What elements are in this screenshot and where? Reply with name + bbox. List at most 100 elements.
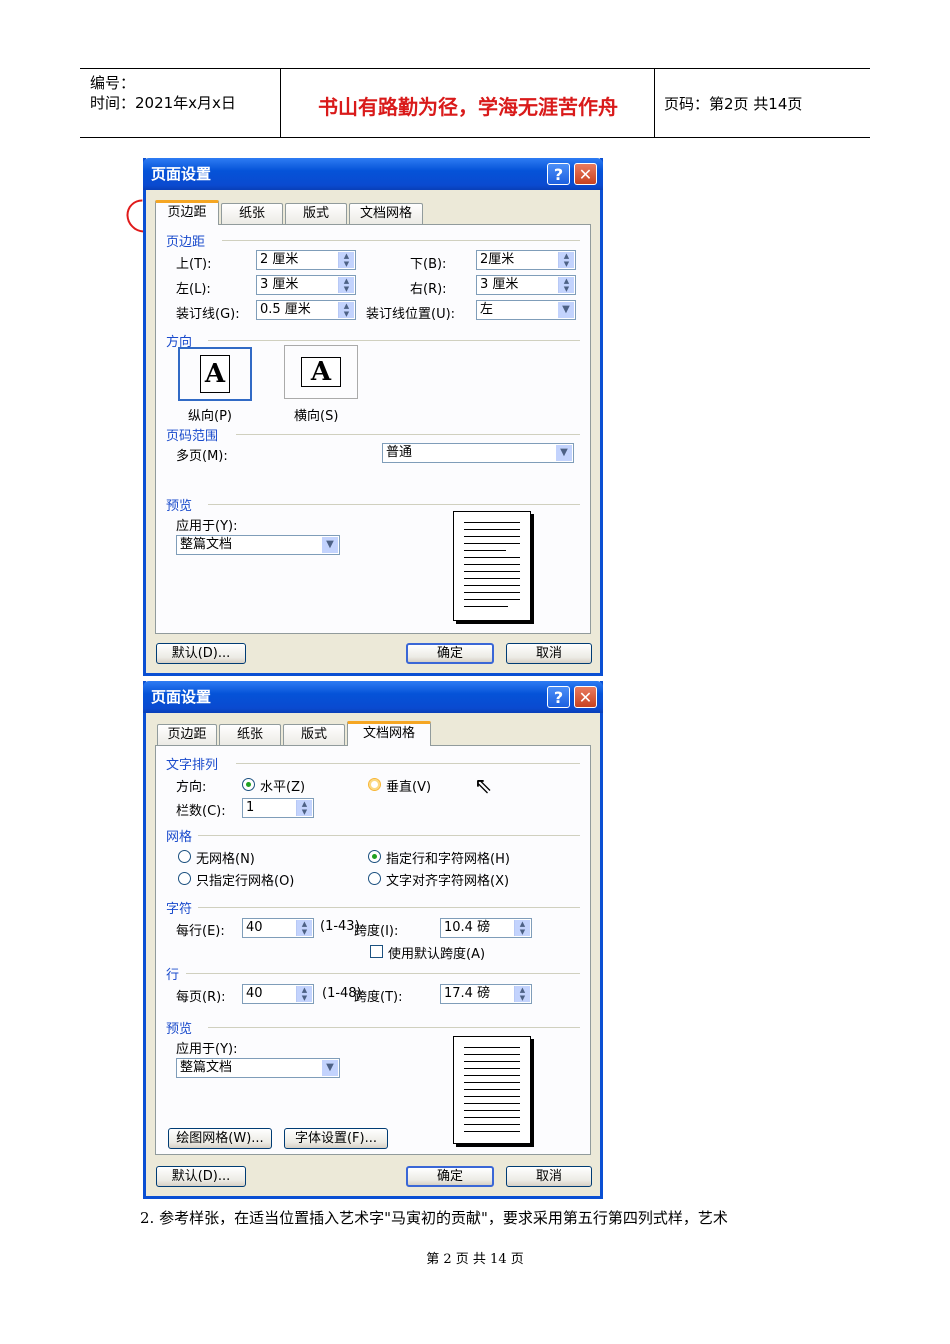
page-footer: 第 2 页 共 14 页 — [426, 1252, 524, 1267]
dialog-title: 页面设置 — [151, 688, 212, 706]
close-icon[interactable]: ✕ — [574, 686, 597, 708]
apply-to-label: 应用于(Y): — [176, 519, 238, 534]
bottom-margin-input[interactable]: 2厘米 ▲ ▼ — [476, 250, 576, 270]
divider — [236, 763, 580, 764]
chevron-down-icon[interactable]: ▼ — [558, 302, 574, 318]
header-motto: 书山有路勤为径，学海无涯苦作舟 — [318, 95, 618, 119]
default-pitch-checkbox[interactable] — [370, 945, 383, 958]
portrait-label[interactable]: 纵向(P) — [188, 405, 232, 424]
spin-arrows-icon[interactable]: ▲ ▼ — [514, 986, 530, 1002]
dialog-title-bar: 页面设置 ? ✕ — [143, 681, 603, 713]
gutter-position-select[interactable]: 左 ▼ — [476, 300, 576, 320]
spin-arrows-icon[interactable]: ▲ ▼ — [514, 920, 530, 936]
right-margin-input[interactable]: 3 厘米 ▲ ▼ — [476, 275, 576, 295]
portrait-page-icon: A — [200, 355, 230, 393]
chevron-down-icon[interactable]: ▼ — [322, 537, 338, 553]
tab-doc-grid[interactable]: 文档网格 — [349, 203, 423, 224]
line-pitch-input[interactable]: 17.4 磅 ▲ ▼ — [440, 984, 532, 1004]
default-button[interactable]: 默认(D)... — [156, 643, 246, 664]
cancel-button[interactable]: 取消 — [506, 1166, 592, 1187]
spin-arrows-icon[interactable]: ▲ ▼ — [296, 920, 312, 936]
page-header: 编号： 时间：2021年x月x日 书山有路勤为径，学海无涯苦作舟 页码：第2页 … — [80, 68, 870, 138]
tab-panel: 文字排列 方向: 水平(Z) 垂直(V) ⇖ 栏数(C): 1 ▲ ▼ 网格 无网格… — [155, 745, 591, 1155]
section-characters: 字符 — [166, 902, 193, 917]
cancel-button[interactable]: 取消 — [506, 643, 592, 664]
char-pitch-input[interactable]: 10.4 磅 ▲ ▼ — [440, 918, 532, 938]
close-icon[interactable]: ✕ — [574, 163, 597, 185]
tab-layout[interactable]: 版式 — [285, 203, 347, 224]
page-preview — [453, 1036, 531, 1144]
no-grid-label[interactable]: 无网格(N) — [196, 848, 255, 867]
gutter-input[interactable]: 0.5 厘米 ▲ ▼ — [256, 300, 356, 320]
section-preview: 预览 — [166, 1022, 193, 1037]
spin-arrows-icon[interactable]: ▲ ▼ — [338, 277, 354, 293]
font-settings-button[interactable]: 字体设置(F)... — [284, 1128, 388, 1149]
tab-doc-grid[interactable]: 文档网格 — [347, 721, 431, 746]
text-snap-radio[interactable] — [368, 872, 381, 885]
divider — [208, 340, 580, 341]
left-margin-input[interactable]: 3 厘米 ▲ ▼ — [256, 275, 356, 295]
line-pitch-label: 跨度(T): — [354, 990, 403, 1005]
header-meta: 编号： 时间：2021年x月x日 — [90, 73, 236, 113]
ok-button[interactable]: 确定 — [406, 1166, 494, 1187]
line-grid-label[interactable]: 只指定行网格(O) — [196, 870, 294, 889]
tab-margins[interactable]: 页边距 — [157, 724, 217, 745]
vertical-label[interactable]: 垂直(V) — [386, 776, 431, 795]
tab-panel: 页边距 上(T): 2 厘米 ▲ ▼ 下(B): 2厘米 ▲ ▼ 左(L): 3 厘米 ▲… — [155, 224, 591, 634]
char-pitch-label: 跨度(I): — [354, 924, 399, 939]
tab-layout[interactable]: 版式 — [283, 724, 345, 745]
header-divider — [280, 69, 281, 137]
no-grid-radio[interactable] — [178, 850, 191, 863]
portrait-option[interactable]: A — [178, 347, 252, 401]
divider — [186, 973, 580, 974]
chevron-down-icon[interactable]: ▼ — [322, 1060, 338, 1076]
spin-arrows-icon[interactable]: ▲ ▼ — [338, 302, 354, 318]
gutter-label: 装订线(G): — [176, 307, 240, 322]
tab-margins[interactable]: 页边距 — [155, 200, 219, 225]
horizontal-radio[interactable] — [242, 778, 255, 791]
header-divider — [654, 69, 655, 137]
section-preview: 预览 — [166, 499, 193, 514]
apply-to-select[interactable]: 整篇文档 ▼ — [176, 1058, 340, 1078]
bottom-margin-label: 下(B): — [410, 257, 447, 272]
landscape-option[interactable]: A — [284, 345, 358, 399]
default-button[interactable]: 默认(D)... — [156, 1166, 246, 1187]
help-icon[interactable]: ? — [547, 163, 570, 185]
vertical-radio[interactable] — [368, 778, 381, 791]
apply-to-select[interactable]: 整篇文档 ▼ — [176, 535, 340, 555]
tab-paper[interactable]: 纸张 — [221, 203, 283, 224]
landscape-label[interactable]: 横向(S) — [294, 405, 338, 424]
spin-arrows-icon[interactable]: ▲ ▼ — [338, 252, 354, 268]
line-grid-radio[interactable] — [178, 872, 191, 885]
dialog-title: 页面设置 — [151, 165, 212, 183]
ok-button[interactable]: 确定 — [406, 643, 494, 664]
top-margin-input[interactable]: 2 厘米 ▲ ▼ — [256, 250, 356, 270]
dialog-title-bar: 页面设置 ? ✕ — [143, 158, 603, 190]
instruction-text: 2. 参考样张，在适当位置插入艺术字"马寅初的贡献"，要求采用第五行第四列式样，… — [140, 1209, 728, 1227]
spin-arrows-icon[interactable]: ▲ ▼ — [558, 277, 574, 293]
drawing-grid-button[interactable]: 绘图网格(W)... — [168, 1128, 272, 1149]
divider — [208, 504, 580, 505]
line-char-grid-radio[interactable] — [368, 850, 381, 863]
line-char-grid-label[interactable]: 指定行和字符网格(H) — [386, 848, 510, 867]
divider — [222, 240, 580, 241]
help-icon[interactable]: ? — [547, 686, 570, 708]
chars-per-line-input[interactable]: 40 ▲ ▼ — [242, 918, 314, 938]
spin-arrows-icon[interactable]: ▲ ▼ — [558, 252, 574, 268]
columns-input[interactable]: 1 ▲ ▼ — [242, 798, 314, 818]
chevron-down-icon[interactable]: ▼ — [556, 445, 572, 461]
right-margin-label: 右(R): — [410, 282, 447, 297]
top-margin-label: 上(T): — [176, 257, 212, 272]
lines-per-page-input[interactable]: 40 ▲ ▼ — [242, 984, 314, 1004]
spin-arrows-icon[interactable]: ▲ ▼ — [296, 986, 312, 1002]
text-snap-label[interactable]: 文字对齐字符网格(X) — [386, 870, 509, 889]
horizontal-label[interactable]: 水平(Z) — [260, 776, 305, 795]
multiple-pages-select[interactable]: 普通 ▼ — [382, 443, 574, 463]
section-grid: 网格 — [166, 830, 193, 845]
spin-arrows-icon[interactable]: ▲ ▼ — [296, 800, 312, 816]
landscape-page-icon: A — [301, 357, 341, 387]
columns-label: 栏数(C): — [176, 804, 226, 819]
header-code: 编号： — [90, 74, 136, 92]
tab-paper[interactable]: 纸张 — [219, 724, 281, 745]
default-pitch-label[interactable]: 使用默认跨度(A) — [388, 943, 485, 962]
